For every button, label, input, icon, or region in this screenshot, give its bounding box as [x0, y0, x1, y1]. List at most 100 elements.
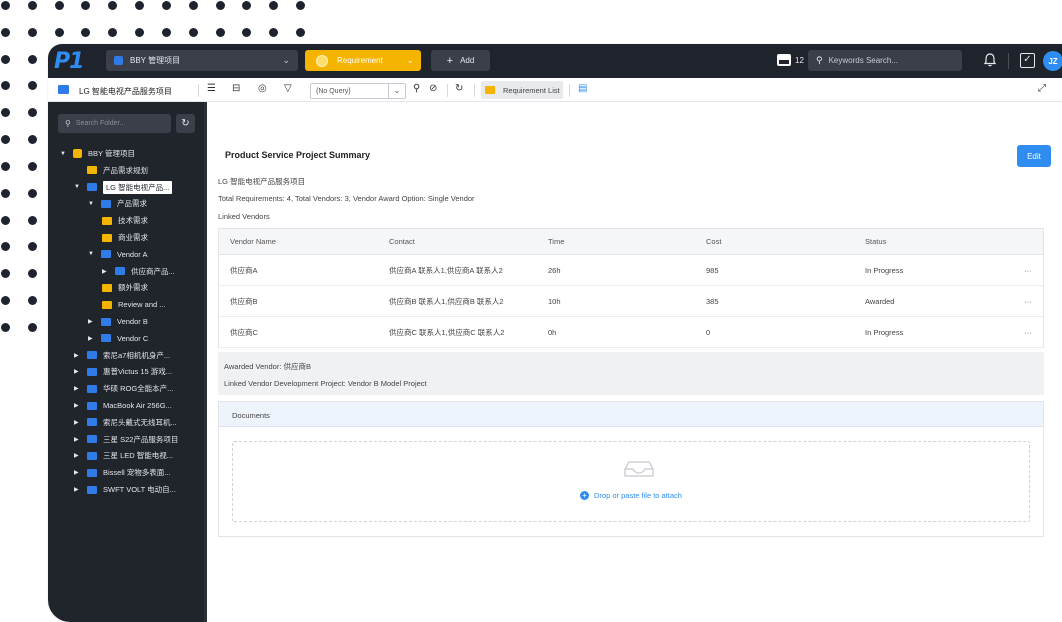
app-window: P1 BBY 管理项目 ⌄ Requirement ⌄ + Add 12 ⚲ K…	[48, 44, 1062, 622]
refresh-icon[interactable]: ↻	[455, 83, 463, 94]
tree-item[interactable]: ▶ 供应商产品...	[102, 265, 175, 278]
target-icon[interactable]: ◎	[258, 83, 267, 94]
folder-icon	[101, 199, 111, 208]
caret-right-icon[interactable]: ▶	[88, 318, 96, 325]
tree-item[interactable]: ▶ 三星 S22产品服务项目	[74, 433, 178, 446]
filter-icon[interactable]: ▽	[284, 83, 292, 94]
folder-icon	[102, 300, 112, 309]
tree-icon[interactable]: ⊟	[232, 83, 240, 94]
folder-icon	[87, 166, 97, 175]
table-cell: 供应商C	[230, 327, 258, 337]
tree-item[interactable]: Review and ...	[102, 298, 166, 311]
sidebar-resize-handle[interactable]	[204, 102, 207, 622]
folder-search-placeholder: Search Folder...	[75, 120, 126, 127]
table-cell: Awarded	[865, 296, 895, 306]
tree-item[interactable]: ▶ 三星 LED 智能电视...	[74, 449, 173, 462]
caret-right-icon[interactable]: ▶	[74, 385, 82, 392]
documents-panel: Documents + Drop or paste file to attach	[218, 401, 1044, 537]
tree-item[interactable]: ▼ BBY 管理项目	[60, 147, 135, 160]
tree-item[interactable]: 技术需求	[102, 214, 148, 227]
tree-item[interactable]: ▶ MacBook Air 256G...	[74, 399, 172, 412]
folder-icon	[102, 283, 112, 292]
caret-right-icon[interactable]: ▶	[74, 452, 82, 459]
decorative-dot	[108, 28, 117, 37]
caret-down-icon[interactable]: ▼	[88, 201, 96, 207]
add-button[interactable]: + Add	[431, 50, 490, 71]
search-icon[interactable]: ⚲	[413, 83, 420, 94]
tree-item[interactable]: ▶ SWFT VOLT 电动自...	[74, 483, 176, 496]
tree-item[interactable]: 额外需求	[102, 281, 148, 294]
caret-down-icon[interactable]: ▼	[88, 251, 96, 257]
caret-right-icon[interactable]: ▶	[74, 486, 82, 493]
table-cell: 26h	[548, 265, 561, 275]
app-logo: P1	[54, 49, 84, 74]
tree-item-label: Review and ...	[118, 300, 166, 310]
caret-right-icon[interactable]: ▶	[74, 419, 82, 426]
more-actions-icon[interactable]: ···	[1024, 286, 1032, 316]
tasks-check-icon[interactable]: ✓	[1020, 53, 1035, 68]
folder-icon	[485, 86, 495, 94]
refresh-icon[interactable]: ↻	[176, 114, 195, 133]
caret-right-icon[interactable]: ▶	[88, 335, 96, 342]
tree-item[interactable]: ▶ 索尼a7相机机身产...	[74, 349, 170, 362]
decorative-dot	[55, 1, 64, 10]
decorative-dot	[55, 28, 64, 37]
project-select-label: BBY 管理项目	[130, 56, 181, 65]
more-actions-icon[interactable]: ···	[1024, 317, 1032, 347]
query-select[interactable]: {No Query} ⌄	[310, 83, 406, 99]
divider	[198, 84, 199, 97]
keyword-search-input[interactable]: ⚲ Keywords Search...	[808, 50, 962, 71]
table-cell: In Progress	[865, 265, 904, 275]
table-row[interactable]: 供应商C 供应商C 联系人1,供应商C 联系人2 0h 0 In Progress ···	[219, 317, 1043, 348]
tree-item[interactable]: ▶ Vendor B	[88, 315, 148, 328]
tree-item[interactable]: ▼ Vendor A	[88, 248, 147, 261]
tree-item-label: SWFT VOLT 电动自...	[103, 485, 176, 494]
table-view-icon[interactable]: ▤	[578, 83, 587, 94]
caret-right-icon[interactable]: ▶	[102, 268, 110, 275]
caret-right-icon[interactable]: ▶	[74, 352, 82, 359]
project-cube-icon	[114, 56, 123, 65]
chevron-down-icon: ⌄	[406, 55, 414, 65]
table-row[interactable]: 供应商B 供应商B 联系人1,供应商B 联系人2 10h 385 Awarded ···	[219, 286, 1043, 317]
calendar-icon[interactable]	[777, 54, 791, 66]
attach-link[interactable]: + Drop or paste file to attach	[233, 491, 1029, 500]
user-avatar[interactable]: JZ	[1043, 51, 1062, 71]
tree-item[interactable]: ▶ Bissell 宠物多表面...	[74, 466, 171, 479]
project-select[interactable]: BBY 管理项目 ⌄	[106, 50, 298, 71]
tree-item[interactable]: 产品需求规划	[74, 164, 148, 177]
caret-right-icon[interactable]: ▶	[74, 436, 82, 443]
clear-icon[interactable]: ⊘	[429, 83, 437, 94]
requirement-button[interactable]: Requirement ⌄	[305, 50, 421, 71]
tree-item[interactable]: ▶ 华硕 ROG全能本产...	[74, 382, 173, 395]
bell-icon[interactable]	[984, 53, 996, 67]
folder-search-input[interactable]: ⚲ Search Folder...	[58, 114, 171, 133]
tree-item[interactable]: ▶ Vendor C	[88, 332, 148, 345]
caret-right-icon[interactable]: ▶	[74, 402, 82, 409]
caret-right-icon[interactable]: ▶	[74, 469, 82, 476]
tree-item[interactable]: ▶ 惠普Victus 15 游戏...	[74, 365, 172, 378]
search-icon: ⚲	[816, 55, 823, 65]
attach-label: Drop or paste file to attach	[594, 491, 682, 500]
table-cell: 0	[706, 327, 711, 337]
edit-button[interactable]: Edit	[1017, 145, 1051, 167]
tree-item[interactable]: ▶ 索尼头戴式无线耳机...	[74, 416, 177, 429]
table-row[interactable]: 供应商A 供应商A 联系人1,供应商A 联系人2 26h 985 In Progress…	[219, 255, 1043, 286]
caret-down-icon[interactable]: ▼	[74, 184, 82, 190]
divider	[447, 84, 448, 97]
tree-item-label: 技术需求	[118, 216, 148, 226]
list-icon[interactable]: ☰	[207, 83, 216, 94]
file-dropzone[interactable]: + Drop or paste file to attach	[232, 441, 1030, 522]
column-header: Contact	[389, 237, 415, 246]
more-actions-icon[interactable]: ···	[1024, 255, 1032, 285]
tree-item[interactable]: 商业需求	[102, 231, 148, 244]
requirement-list-tab[interactable]: Requirement List	[481, 81, 563, 99]
awarded-vendor: Awarded Vendor: 供应商B	[224, 362, 311, 371]
tree-item[interactable]: ▼ LG 智能电视产品...	[74, 180, 173, 194]
fullscreen-icon[interactable]: ⤢	[1038, 83, 1046, 94]
caret-down-icon[interactable]: ▼	[60, 151, 68, 157]
calendar-count: 12	[795, 56, 804, 65]
caret-right-icon[interactable]: ▶	[74, 368, 82, 375]
tree-item[interactable]: ▼ 产品需求	[88, 197, 147, 210]
folder-icon	[87, 468, 97, 477]
page-title: Product Service Project Summary	[225, 150, 371, 160]
